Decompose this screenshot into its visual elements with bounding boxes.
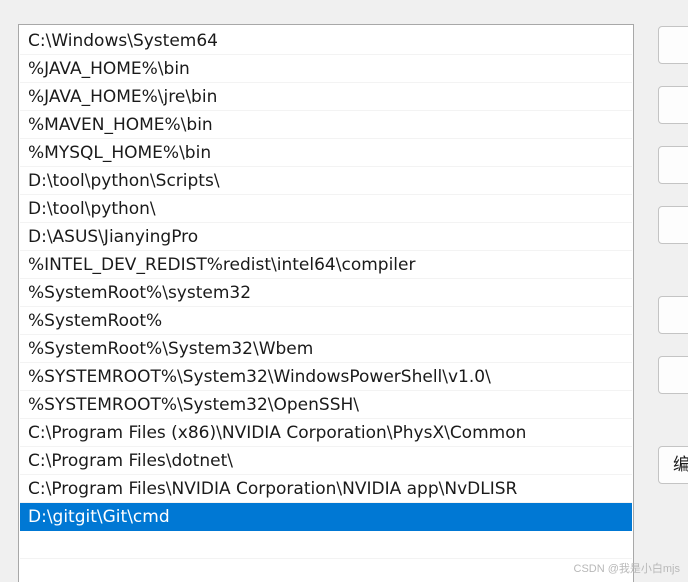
edit-button[interactable] — [658, 86, 688, 124]
list-item[interactable]: %SystemRoot% — [20, 307, 632, 335]
list-item[interactable]: %SystemRoot%\system32 — [20, 279, 632, 307]
path-list[interactable]: C:\Windows\System64 %JAVA_HOME%\bin %JAV… — [18, 24, 634, 582]
list-item[interactable]: C:\Program Files (x86)\NVIDIA Corporatio… — [20, 419, 632, 447]
list-item[interactable]: %SYSTEMROOT%\System32\OpenSSH\ — [20, 391, 632, 419]
move-up-button[interactable] — [658, 296, 688, 334]
list-item[interactable]: D:\ASUS\JianyingPro — [20, 223, 632, 251]
list-item[interactable]: %SystemRoot%\System32\Wbem — [20, 335, 632, 363]
new-button[interactable] — [658, 26, 688, 64]
list-item[interactable]: C:\Windows\System64 — [20, 27, 632, 55]
list-item[interactable]: C:\Program Files\NVIDIA Corporation\NVID… — [20, 475, 632, 503]
browse-button[interactable] — [658, 146, 688, 184]
list-item[interactable]: %MAVEN_HOME%\bin — [20, 111, 632, 139]
list-item[interactable]: D:\tool\python\Scripts\ — [20, 167, 632, 195]
list-item[interactable]: C:\Program Files\dotnet\ — [20, 447, 632, 475]
watermark: CSDN @我是小白mjs — [573, 563, 681, 575]
list-item[interactable]: %JAVA_HOME%\jre\bin — [20, 83, 632, 111]
list-item[interactable]: D:\tool\python\ — [20, 195, 632, 223]
edit-text-button[interactable]: 编 — [658, 446, 688, 484]
list-item[interactable]: %JAVA_HOME%\bin — [20, 55, 632, 83]
list-item[interactable]: %SYSTEMROOT%\System32\WindowsPowerShell\… — [20, 363, 632, 391]
list-item-empty[interactable] — [20, 559, 632, 582]
list-item-selected[interactable]: D:\gitgit\Git\cmd — [20, 503, 632, 531]
move-down-button[interactable] — [658, 356, 688, 394]
list-item-empty[interactable] — [20, 531, 632, 559]
list-item[interactable]: %INTEL_DEV_REDIST%redist\intel64\compile… — [20, 251, 632, 279]
edit-environment-variable-dialog: C:\Windows\System64 %JAVA_HOME%\bin %JAV… — [0, 0, 688, 582]
list-item[interactable]: %MYSQL_HOME%\bin — [20, 139, 632, 167]
delete-button[interactable] — [658, 206, 688, 244]
